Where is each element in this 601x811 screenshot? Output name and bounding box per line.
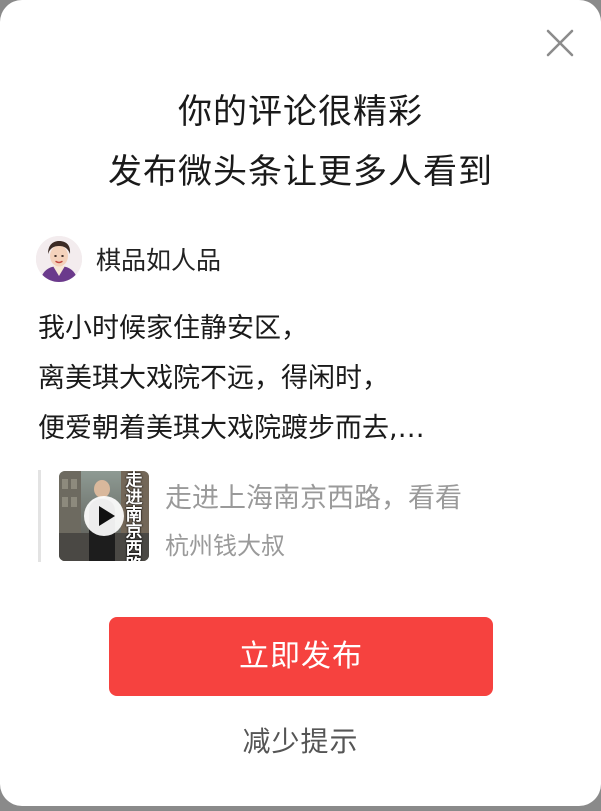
- comment-text: 我小时候家住静安区， 离美琪大戏院不远，得闲时， 便爱朝着美琪大戏院踱步而去,…: [38, 304, 425, 454]
- comment-line: 便爱朝着美琪大戏院踱步而去,…: [38, 413, 425, 444]
- video-thumbnail[interactable]: 走进南京西路: [59, 471, 149, 561]
- publish-prompt-dialog: 你的评论很精彩 发布微头条让更多人看到 棋品如人品 我小时候家住静安区， 离美琪…: [0, 0, 601, 806]
- comment-author: 棋品如人品: [36, 236, 221, 282]
- author-name[interactable]: 棋品如人品: [96, 241, 221, 277]
- comment-line: 我小时候家住静安区，: [38, 313, 308, 344]
- headline-line-2: 发布微头条让更多人看到: [108, 152, 493, 192]
- play-icon[interactable]: [83, 495, 125, 537]
- close-icon[interactable]: [543, 26, 577, 60]
- headline-line-1: 你的评论很精彩: [178, 92, 423, 132]
- quoted-video-card[interactable]: 走进南京西路 走进上海南京西路，看看 杭州钱大叔: [38, 470, 561, 562]
- quoted-video-title[interactable]: 走进上海南京西路，看看: [165, 476, 545, 515]
- reduce-prompts-link[interactable]: 减少提示: [0, 720, 601, 760]
- comment-line: 离美琪大戏院不远，得闲时，: [38, 363, 389, 394]
- dialog-headline: 你的评论很精彩 发布微头条让更多人看到: [0, 82, 601, 202]
- publish-button[interactable]: 立即发布: [109, 617, 493, 696]
- thumbnail-caption: 走进南京西路: [125, 471, 143, 562]
- avatar-portrait-icon[interactable]: [36, 236, 82, 282]
- quoted-video-author[interactable]: 杭州钱大叔: [165, 526, 285, 561]
